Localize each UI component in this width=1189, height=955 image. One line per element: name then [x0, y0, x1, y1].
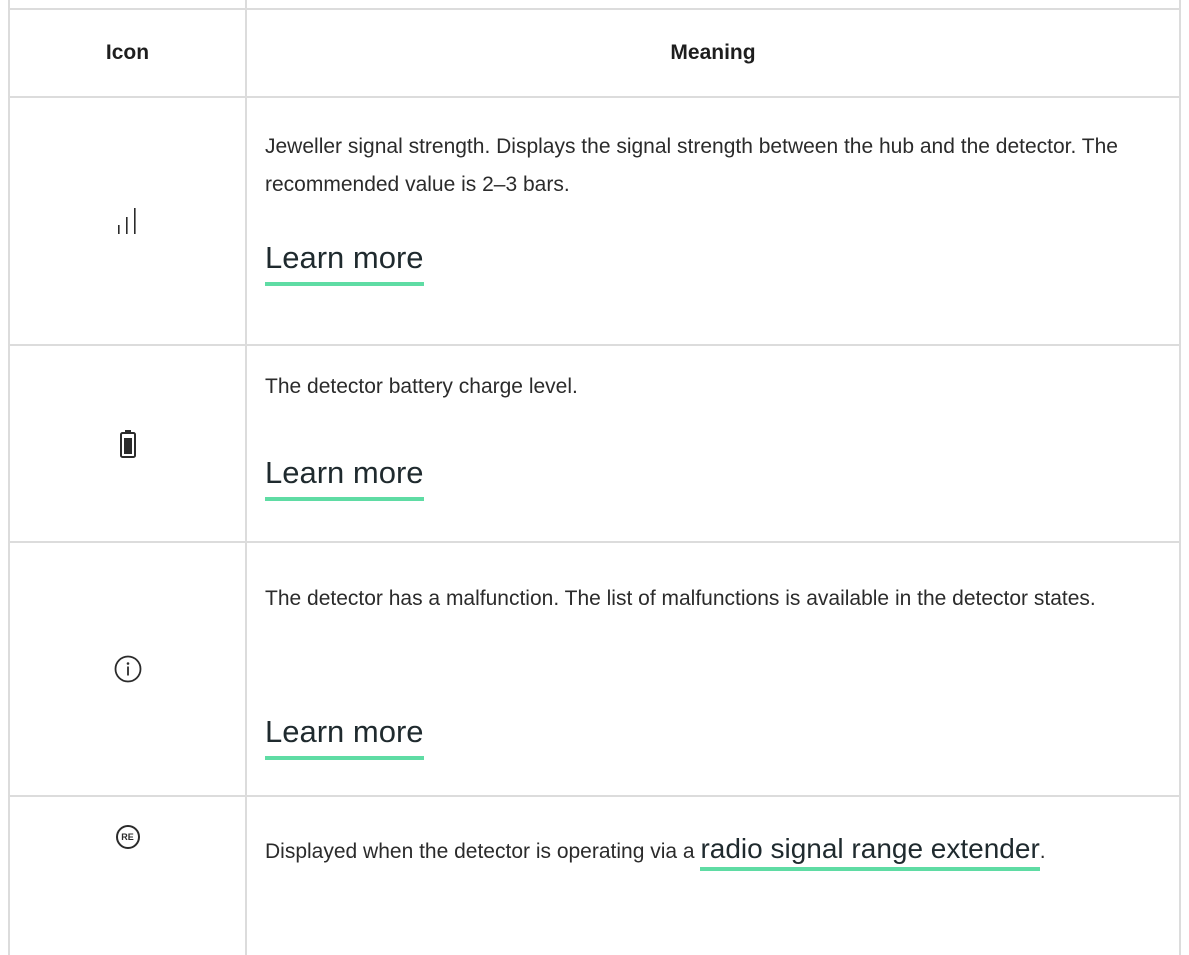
learn-more-signal-link[interactable]: Learn more — [265, 238, 424, 286]
column-header-meaning: Meaning — [670, 41, 756, 64]
table-border-right — [1179, 0, 1181, 955]
signal-strength-icon — [117, 208, 136, 234]
learn-more-malfunction-link[interactable]: Learn more — [265, 712, 424, 760]
range-extender-period: . — [1039, 840, 1046, 863]
range-extender-text: Displayed when the detector is operating… — [265, 840, 695, 863]
range-extender-description: Displayed when the detector is operating… — [265, 826, 1155, 875]
column-header-icon: Icon — [105, 41, 150, 64]
table-column-divider — [245, 0, 247, 955]
learn-more-battery-link[interactable]: Learn more — [265, 453, 424, 501]
radio-signal-range-extender-link[interactable]: radio signal range extender — [700, 833, 1040, 871]
table-row-battery-icon-cell — [10, 346, 245, 541]
table-row-signal-icon-cell — [10, 98, 245, 344]
range-extender-icon: RE — [115, 825, 140, 849]
icon-meaning-table: Icon Meaning Jeweller signal strength. D… — [0, 0, 1189, 955]
battery-description: The detector battery charge level. — [265, 375, 578, 398]
table-row-re-icon-cell: RE — [10, 797, 245, 877]
info-icon — [114, 655, 141, 683]
malfunction-description: The detector has a malfunction. The list… — [265, 587, 1096, 610]
battery-icon — [119, 429, 136, 458]
range-extender-icon-label: RE — [121, 831, 134, 842]
table-row-info-icon-cell — [10, 543, 245, 795]
signal-description: Jeweller signal strength. Displays the s… — [265, 135, 1118, 196]
